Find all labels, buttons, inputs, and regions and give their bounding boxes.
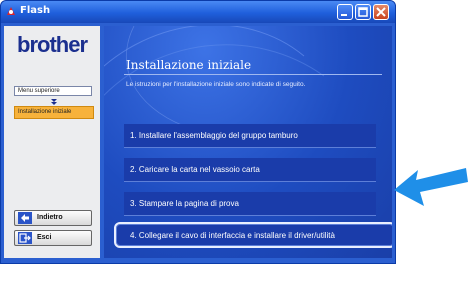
page-heading: Installazione iniziale: [126, 58, 252, 72]
step-item-3[interactable]: 3. Stampare la pagina di prova: [124, 192, 376, 216]
close-icon: [376, 7, 386, 17]
step-item-2[interactable]: 2. Caricare la carta nel vassoio carta: [124, 158, 376, 182]
menu-active-item[interactable]: Installazione iniziale: [14, 106, 94, 119]
minimize-button[interactable]: [337, 4, 353, 20]
maximize-icon: [358, 7, 368, 17]
heading-divider: [124, 74, 382, 75]
exit-button[interactable]: Esci: [14, 230, 92, 246]
maximize-button[interactable]: [355, 4, 371, 20]
back-button[interactable]: Indietro: [14, 210, 92, 226]
down-arrow-icon: [51, 99, 57, 105]
main-panel: Installazione iniziale Le istruzioni per…: [104, 26, 392, 258]
back-arrow-icon: [18, 212, 32, 224]
title-bar[interactable]: Flash: [1, 1, 395, 23]
instructions-text: Le istruzioni per l'installazione inizia…: [126, 81, 306, 88]
flash-app-icon: [7, 7, 15, 15]
brother-logo: brother: [17, 32, 88, 57]
back-button-label: Indietro: [37, 214, 63, 221]
exit-icon: [18, 232, 32, 244]
step-item-4[interactable]: 4. Collegare il cavo di interfaccia e in…: [114, 222, 392, 248]
exit-button-label: Esci: [37, 234, 52, 241]
pointer-arrow-icon: [394, 168, 468, 206]
menu-top-item[interactable]: Menu superiore: [14, 86, 92, 96]
window-title: Flash: [20, 5, 51, 16]
sidebar: brother Menu superiore Installazione ini…: [4, 26, 100, 258]
step-item-1[interactable]: 1. Installare l'assemblaggio del gruppo …: [124, 124, 376, 148]
close-button[interactable]: [373, 4, 389, 20]
minimize-icon: [341, 14, 347, 16]
